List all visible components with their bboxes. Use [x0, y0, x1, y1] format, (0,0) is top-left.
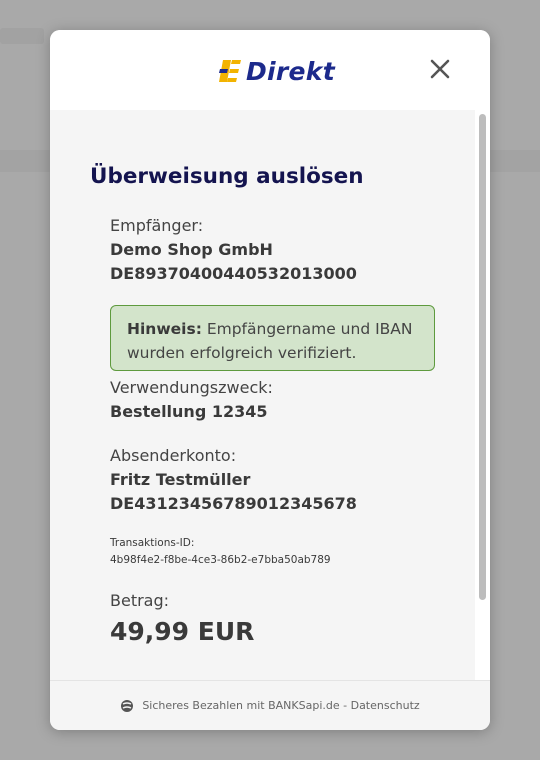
verification-notice: Hinweis: Empfängername und IBAN wurden e… — [110, 305, 435, 371]
close-icon — [430, 59, 450, 79]
footer-separator: - — [339, 699, 351, 712]
banksapi-icon — [121, 699, 134, 712]
notice-line1: Empfängername und IBAN — [201, 320, 413, 338]
recipient-iban: DE89370400440532013000 — [110, 264, 357, 283]
privacy-link[interactable]: Datenschutz — [351, 699, 420, 712]
sender-iban: DE43123456789012345678 — [110, 494, 357, 513]
background-text — [0, 28, 44, 44]
direkt-logo-icon — [219, 60, 241, 82]
notice-line2: wurden erfolgreich verifiziert. — [127, 344, 357, 362]
amount-label: Betrag: — [110, 591, 170, 610]
page-title: Überweisung auslösen — [90, 164, 364, 189]
direkt-logo: Direkt — [218, 56, 335, 86]
sender-name: Fritz Testmüller — [110, 470, 251, 489]
modal-footer: Sicheres Bezahlen mit BANKSapi.de - Date… — [50, 680, 490, 730]
scrollbar-thumb[interactable] — [479, 114, 486, 600]
payment-modal: Direkt Überweisung auslösen Empfänger: D… — [50, 30, 490, 730]
notice-bold: Hinweis: — [127, 320, 202, 338]
close-button[interactable] — [426, 55, 454, 83]
transfer-content: Überweisung auslösen Empfänger: Demo Sho… — [50, 110, 475, 680]
recipient-name: Demo Shop GmbH — [110, 240, 273, 259]
purpose-label: Verwendungszweck: — [110, 378, 273, 397]
recipient-label: Empfänger: — [110, 216, 204, 235]
logo-text: Direkt — [246, 56, 335, 86]
modal-header: Direkt — [50, 30, 490, 110]
sender-label: Absenderkonto: — [110, 446, 237, 465]
transaction-id: 4b98f4e2-f8be-4ce3-86b2-e7bba50ab789 — [110, 554, 331, 566]
footer-text: Sicheres Bezahlen mit BANKSapi.de — [142, 699, 340, 712]
transaction-label: Transaktions-ID: — [110, 537, 195, 549]
purpose-value: Bestellung 12345 — [110, 402, 268, 421]
amount-value: 49,99 EUR — [110, 617, 255, 646]
